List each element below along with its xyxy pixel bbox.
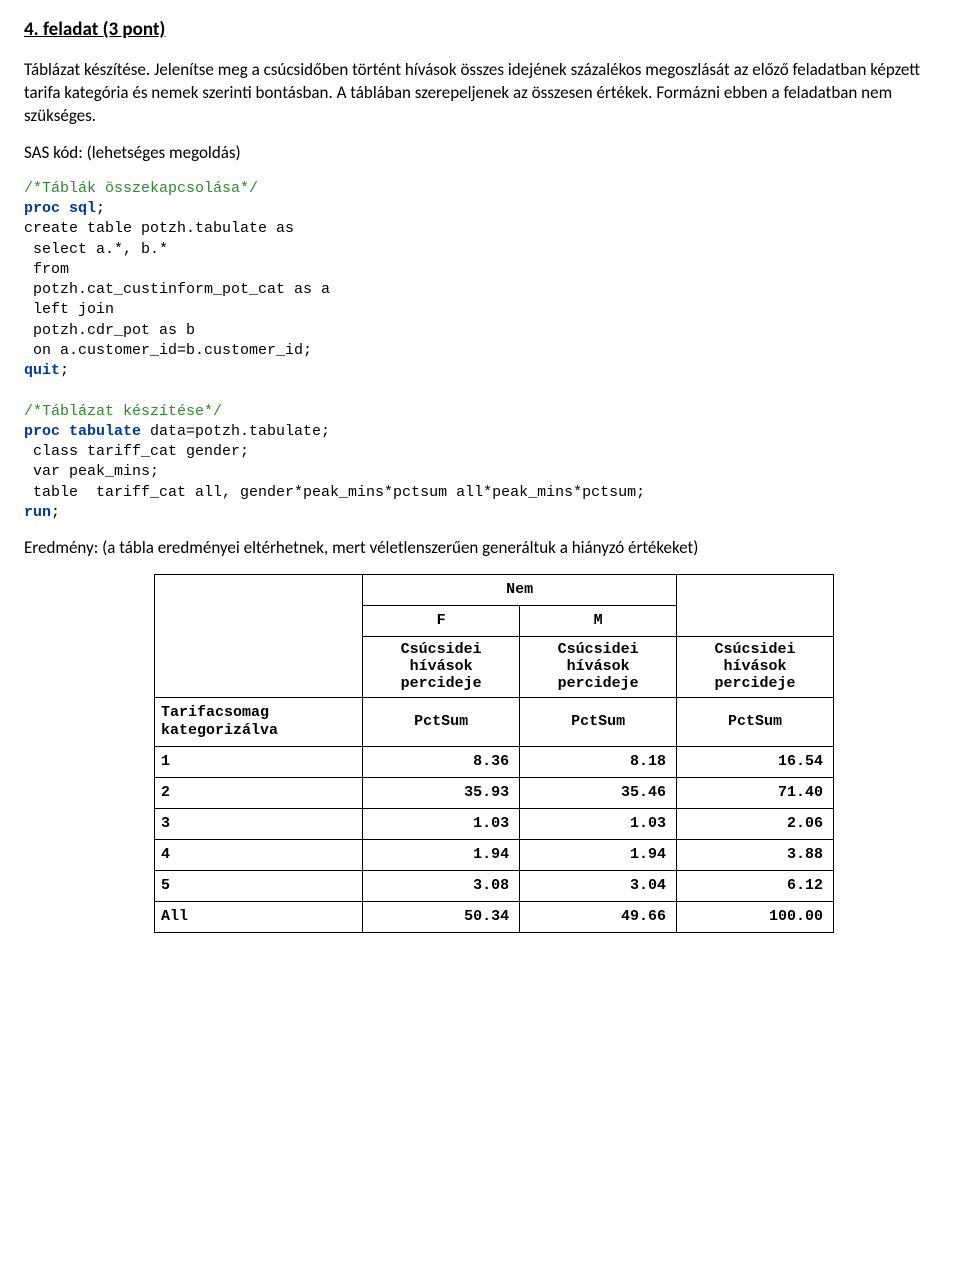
code-text: table tariff_cat all, gender*peak_mins*p…: [24, 484, 645, 501]
code-text: left join: [24, 301, 114, 318]
cell-all: 100.00: [677, 901, 834, 932]
col-stat-m: PctSum: [520, 697, 677, 746]
cell-f: 8.36: [363, 746, 520, 777]
cell-f: 3.08: [363, 870, 520, 901]
cell-m: 1.94: [520, 839, 677, 870]
sas-code-block: /*Táblák összekapcsolása*/ proc sql; cre…: [24, 179, 936, 523]
table-row: 3 1.03 1.03 2.06: [155, 808, 834, 839]
col-var-m: Csúcsidei hívások percideje: [520, 636, 677, 697]
cell-m: 49.66: [520, 901, 677, 932]
result-table-wrap: Nem F M Csúcsidei hívások percideje Csúc…: [154, 574, 834, 933]
code-text: var peak_mins;: [24, 463, 159, 480]
code-text: data=potzh.tabulate;: [141, 423, 330, 440]
cell-m: 1.03: [520, 808, 677, 839]
task-heading: 4. feladat (3 pont): [24, 18, 936, 41]
cell-all: 2.06: [677, 808, 834, 839]
cell-f: 1.03: [363, 808, 520, 839]
cell-all: 3.88: [677, 839, 834, 870]
code-keyword: quit: [24, 362, 60, 379]
code-text: create table potzh.tabulate as: [24, 220, 294, 237]
result-table: Nem F M Csúcsidei hívások percideje Csúc…: [154, 574, 834, 933]
col-m: M: [520, 605, 677, 636]
code-text: potzh.cat_custinform_pot_cat as a: [24, 281, 330, 298]
code-text: class tariff_cat gender;: [24, 443, 249, 460]
cell-m: 3.04: [520, 870, 677, 901]
col-var-f: Csúcsidei hívások percideje: [363, 636, 520, 697]
cell-f: 50.34: [363, 901, 520, 932]
col-f: F: [363, 605, 520, 636]
row-label: 1: [155, 746, 363, 777]
code-text: ;: [60, 362, 69, 379]
cell-m: 35.46: [520, 777, 677, 808]
sas-code-label: SAS kód: (lehetséges megoldás): [24, 142, 936, 165]
table-row: Nem: [155, 574, 834, 605]
col-stat-all: PctSum: [677, 697, 834, 746]
row-dim-label: Tarifacsomag kategorizálva: [155, 697, 363, 746]
cell-f: 1.94: [363, 839, 520, 870]
code-text: on a.customer_id=b.customer_id;: [24, 342, 312, 359]
row-label: 5: [155, 870, 363, 901]
intro-paragraph: Táblázat készítése. Jelenítse meg a csúc…: [24, 59, 936, 128]
col-var-all: Csúcsidei hívások percideje: [677, 636, 834, 697]
row-label: 2: [155, 777, 363, 808]
cell-all: 71.40: [677, 777, 834, 808]
col-group-nem: Nem: [363, 574, 677, 605]
code-text: select a.*, b.*: [24, 241, 168, 258]
code-keyword: proc tabulate: [24, 423, 141, 440]
code-text: ;: [96, 200, 105, 217]
code-keyword: run: [24, 504, 51, 521]
code-text: potzh.cdr_pot as b: [24, 322, 195, 339]
cell-m: 8.18: [520, 746, 677, 777]
cell-all: 16.54: [677, 746, 834, 777]
row-label: 4: [155, 839, 363, 870]
result-label: Eredmény: (a tábla eredményei eltérhetne…: [24, 537, 936, 560]
cell-f: 35.93: [363, 777, 520, 808]
col-all-empty: [677, 574, 834, 636]
code-text: ;: [51, 504, 60, 521]
table-row: 5 3.08 3.04 6.12: [155, 870, 834, 901]
code-comment: /*Táblák összekapcsolása*/: [24, 180, 258, 197]
table-row: All 50.34 49.66 100.00: [155, 901, 834, 932]
col-stat-f: PctSum: [363, 697, 520, 746]
table-row: 2 35.93 35.46 71.40: [155, 777, 834, 808]
code-comment: /*Táblázat készítése*/: [24, 403, 222, 420]
table-row: 4 1.94 1.94 3.88: [155, 839, 834, 870]
code-keyword: proc sql: [24, 200, 96, 217]
table-row: 1 8.36 8.18 16.54: [155, 746, 834, 777]
cell-all: 6.12: [677, 870, 834, 901]
code-text: from: [24, 261, 69, 278]
stub-empty: [155, 574, 363, 697]
row-label: 3: [155, 808, 363, 839]
row-label-all: All: [155, 901, 363, 932]
